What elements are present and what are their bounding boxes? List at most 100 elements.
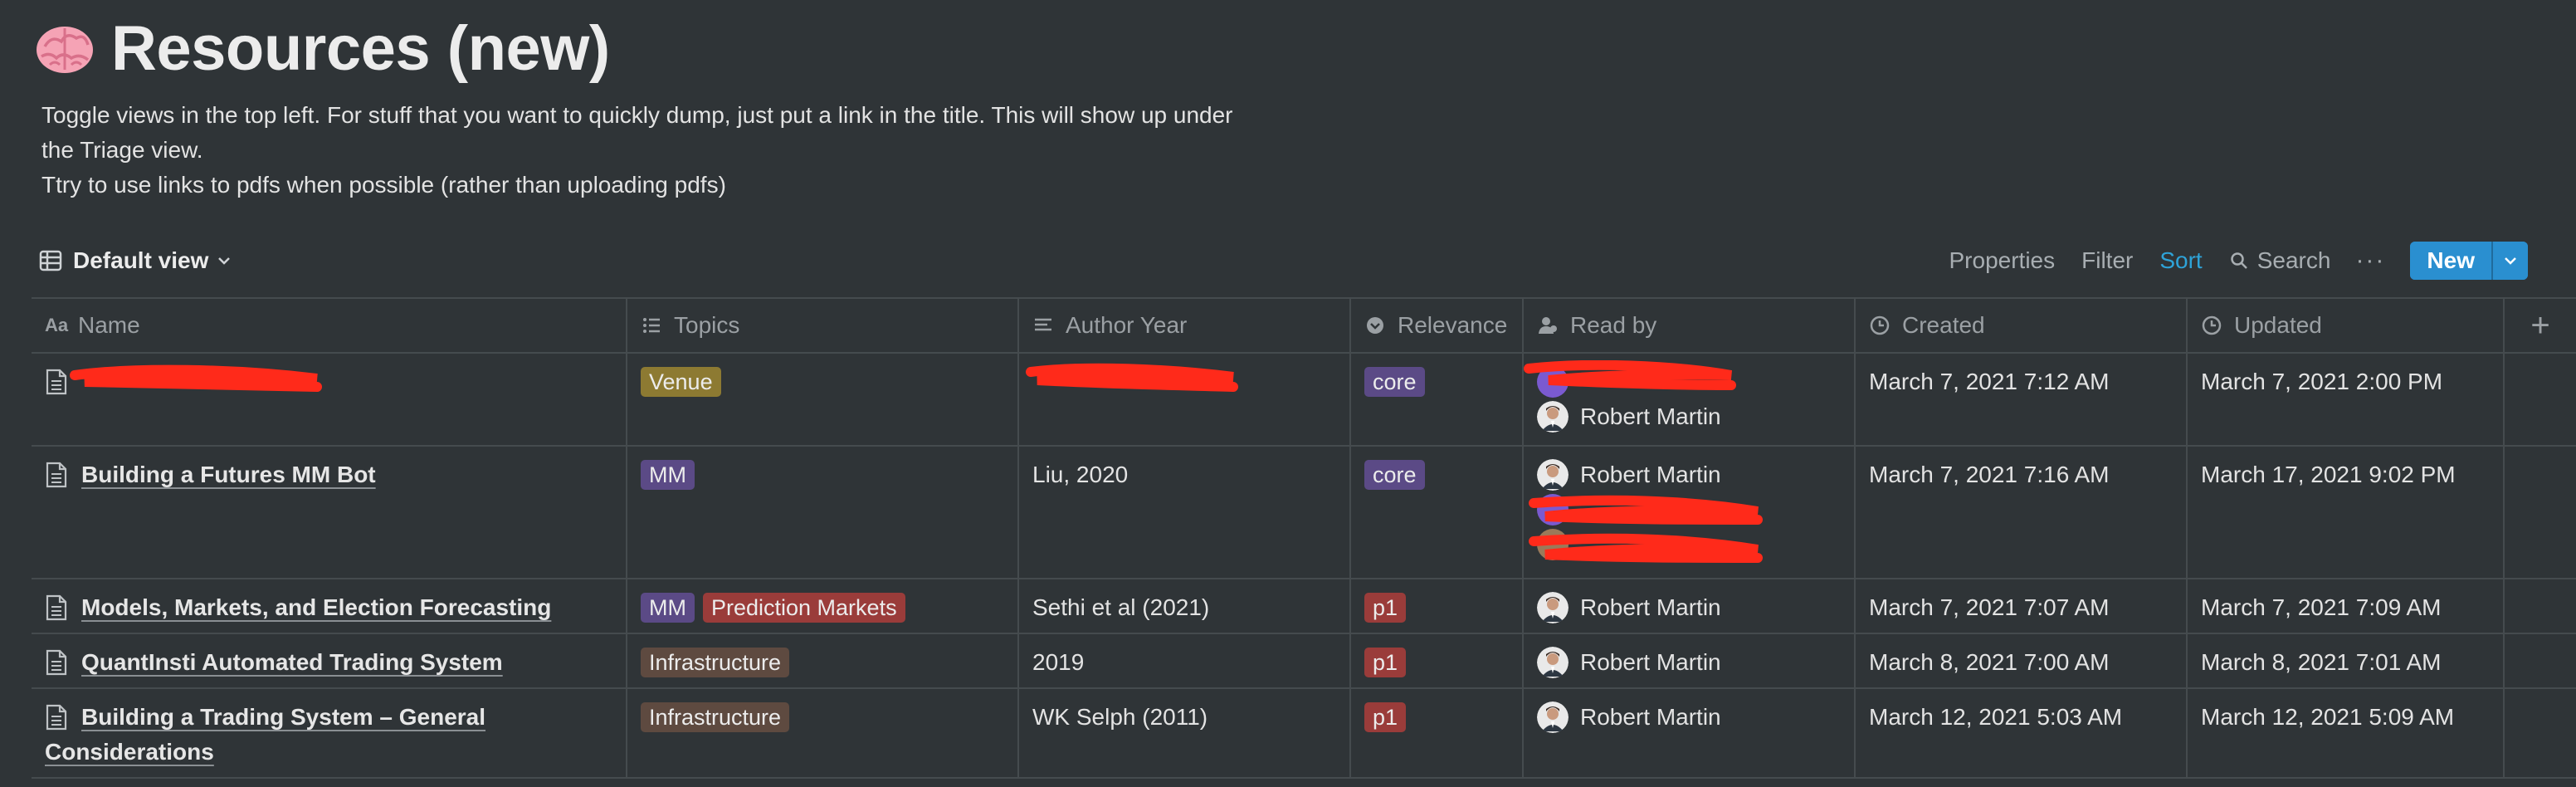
column-header-created[interactable]: Created: [1856, 299, 2188, 352]
column-label: Author Year: [1066, 312, 1188, 338]
created-cell[interactable]: March 8, 2021 7:00 AM: [1856, 634, 2188, 687]
relevance-cell[interactable]: core: [1351, 354, 1524, 445]
updated-cell[interactable]: March 12, 2021 5:09 AM: [2188, 689, 2505, 777]
person-name: Robert Martin: [1580, 649, 1721, 675]
read-by-cell[interactable]: Robert Martin: [1524, 634, 1856, 687]
author-year-cell[interactable]: Liu, 2020: [1019, 447, 1351, 578]
clock-icon: [2202, 315, 2222, 335]
search-button[interactable]: Search: [2229, 247, 2331, 274]
column-header-read-by[interactable]: Read by: [1524, 299, 1856, 352]
page-icon: [46, 462, 67, 488]
add-property-button[interactable]: +: [2505, 299, 2576, 352]
relevance-tag: p1: [1364, 648, 1407, 677]
relevance-tag: core: [1364, 460, 1425, 490]
read-by-cell[interactable]: Robert Martin: [1524, 579, 1856, 633]
table-row[interactable]: Building a Futures MM Bot MM Liu, 2020 c…: [32, 447, 2576, 579]
table-row[interactable]: Venue core Robert Martin March 7, 2021 7…: [32, 354, 2576, 447]
read-by-cell[interactable]: Robert Martin: [1524, 689, 1856, 777]
created-cell[interactable]: March 7, 2021 7:12 AM: [1856, 354, 2188, 445]
author-year-text: Sethi et al (2021): [1032, 594, 1210, 620]
column-header-author-year[interactable]: Author Year: [1019, 299, 1351, 352]
author-year-cell[interactable]: [1019, 354, 1351, 445]
created-text: March 7, 2021 7:16 AM: [1869, 462, 2110, 487]
name-cell[interactable]: [32, 354, 627, 445]
author-year-cell[interactable]: 2019: [1019, 634, 1351, 687]
read-by-cell[interactable]: Robert Martin: [1524, 354, 1856, 445]
read-by-cell[interactable]: Robert Martin: [1524, 447, 1856, 578]
relevance-tag: core: [1364, 367, 1425, 397]
column-label: Name: [78, 312, 140, 338]
relevance-cell[interactable]: p1: [1351, 634, 1524, 687]
select-icon: [1367, 317, 1383, 334]
search-label: Search: [2256, 247, 2331, 273]
relevance-cell[interactable]: core: [1351, 447, 1524, 578]
new-button[interactable]: New: [2410, 242, 2491, 280]
column-header-topics[interactable]: Topics: [627, 299, 1019, 352]
brain-emoji-icon[interactable]: [33, 17, 96, 80]
properties-button[interactable]: Properties: [1949, 247, 2056, 274]
updated-cell[interactable]: March 17, 2021 9:02 PM: [2188, 447, 2505, 578]
row-title[interactable]: Building a Futures MM Bot: [81, 460, 376, 490]
column-label: Updated: [2234, 312, 2322, 338]
table-row[interactable]: QuantInsti Automated Trading System Infr…: [32, 634, 2576, 689]
created-cell[interactable]: March 12, 2021 5:03 AM: [1856, 689, 2188, 777]
redaction-scribble: [1529, 533, 1763, 563]
name-cell[interactable]: Building a Futures MM Bot: [32, 447, 627, 578]
relevance-cell[interactable]: p1: [1351, 689, 1524, 777]
topics-cell[interactable]: Venue: [627, 354, 1019, 445]
column-label: Read by: [1570, 312, 1657, 338]
person-name: Robert Martin: [1580, 594, 1721, 620]
chevron-down-icon: [218, 257, 231, 265]
column-header-name[interactable]: Aa Name: [32, 299, 627, 352]
table-row[interactable]: Models, Markets, and Election Forecastin…: [32, 579, 2576, 634]
row-title[interactable]: Building a Trading System – General: [81, 702, 485, 732]
column-header-relevance[interactable]: Relevance: [1351, 299, 1524, 352]
name-cell[interactable]: Models, Markets, and Election Forecastin…: [32, 579, 627, 633]
page-header: Resources (new): [33, 10, 610, 86]
updated-cell[interactable]: March 8, 2021 7:01 AM: [2188, 634, 2505, 687]
topics-cell[interactable]: Infrastructure: [627, 634, 1019, 687]
filter-button[interactable]: Filter: [2081, 247, 2133, 274]
column-label: Created: [1902, 312, 1985, 338]
topics-cell[interactable]: Infrastructure: [627, 689, 1019, 777]
author-year-cell[interactable]: WK Selph (2011): [1019, 689, 1351, 777]
table-row[interactable]: Building a Trading System – General Cons…: [32, 689, 2576, 779]
name-cell[interactable]: Building a Trading System – General Cons…: [32, 689, 627, 777]
row-title-continued[interactable]: Considerations: [45, 737, 214, 767]
person-chip: Robert Martin: [1537, 643, 1841, 682]
avatar: [1537, 401, 1569, 433]
updated-text: March 12, 2021 5:09 AM: [2201, 704, 2455, 730]
relevance-cell[interactable]: p1: [1351, 579, 1524, 633]
chevron-down-icon: [2505, 257, 2516, 265]
row-title[interactable]: Models, Markets, and Election Forecastin…: [81, 593, 551, 623]
database-toolbar: Properties Filter Sort Search ··· New: [1923, 241, 2528, 281]
page-title[interactable]: Resources (new): [111, 12, 610, 85]
person-chip: Robert Martin: [1537, 697, 1841, 737]
author-year-text: Liu, 2020: [1032, 462, 1129, 487]
author-year-cell[interactable]: Sethi et al (2021): [1019, 579, 1351, 633]
column-header-updated[interactable]: Updated: [2188, 299, 2505, 352]
description-line: Toggle views in the top left. For stuff …: [41, 102, 1233, 128]
row-title[interactable]: QuantInsti Automated Trading System: [81, 648, 503, 677]
created-cell[interactable]: March 7, 2021 7:07 AM: [1856, 579, 2188, 633]
view-selector[interactable]: Default view: [38, 241, 233, 281]
column-label: Relevance: [1398, 312, 1508, 338]
topic-tag: MM: [641, 460, 695, 490]
page-icon: [46, 594, 67, 621]
sort-button[interactable]: Sort: [2159, 247, 2202, 274]
person-name: Robert Martin: [1580, 704, 1721, 730]
new-dropdown-button[interactable]: [2491, 242, 2528, 280]
topics-cell[interactable]: MM: [627, 447, 1019, 578]
more-options-button[interactable]: ···: [2355, 247, 2385, 275]
updated-cell[interactable]: March 7, 2021 2:00 PM: [2188, 354, 2505, 445]
page-description[interactable]: Toggle views in the top left. For stuff …: [41, 98, 1369, 203]
redaction-scribble: [1529, 495, 1763, 525]
created-cell[interactable]: March 7, 2021 7:16 AM: [1856, 447, 2188, 578]
new-button-group: New: [2410, 242, 2528, 280]
updated-cell[interactable]: March 7, 2021 7:09 AM: [2188, 579, 2505, 633]
topics-cell[interactable]: MM Prediction Markets: [627, 579, 1019, 633]
updated-text: March 17, 2021 9:02 PM: [2201, 462, 2456, 487]
topic-tag: MM: [641, 593, 695, 623]
person-icon: [1539, 317, 1557, 334]
name-cell[interactable]: QuantInsti Automated Trading System: [32, 634, 627, 687]
